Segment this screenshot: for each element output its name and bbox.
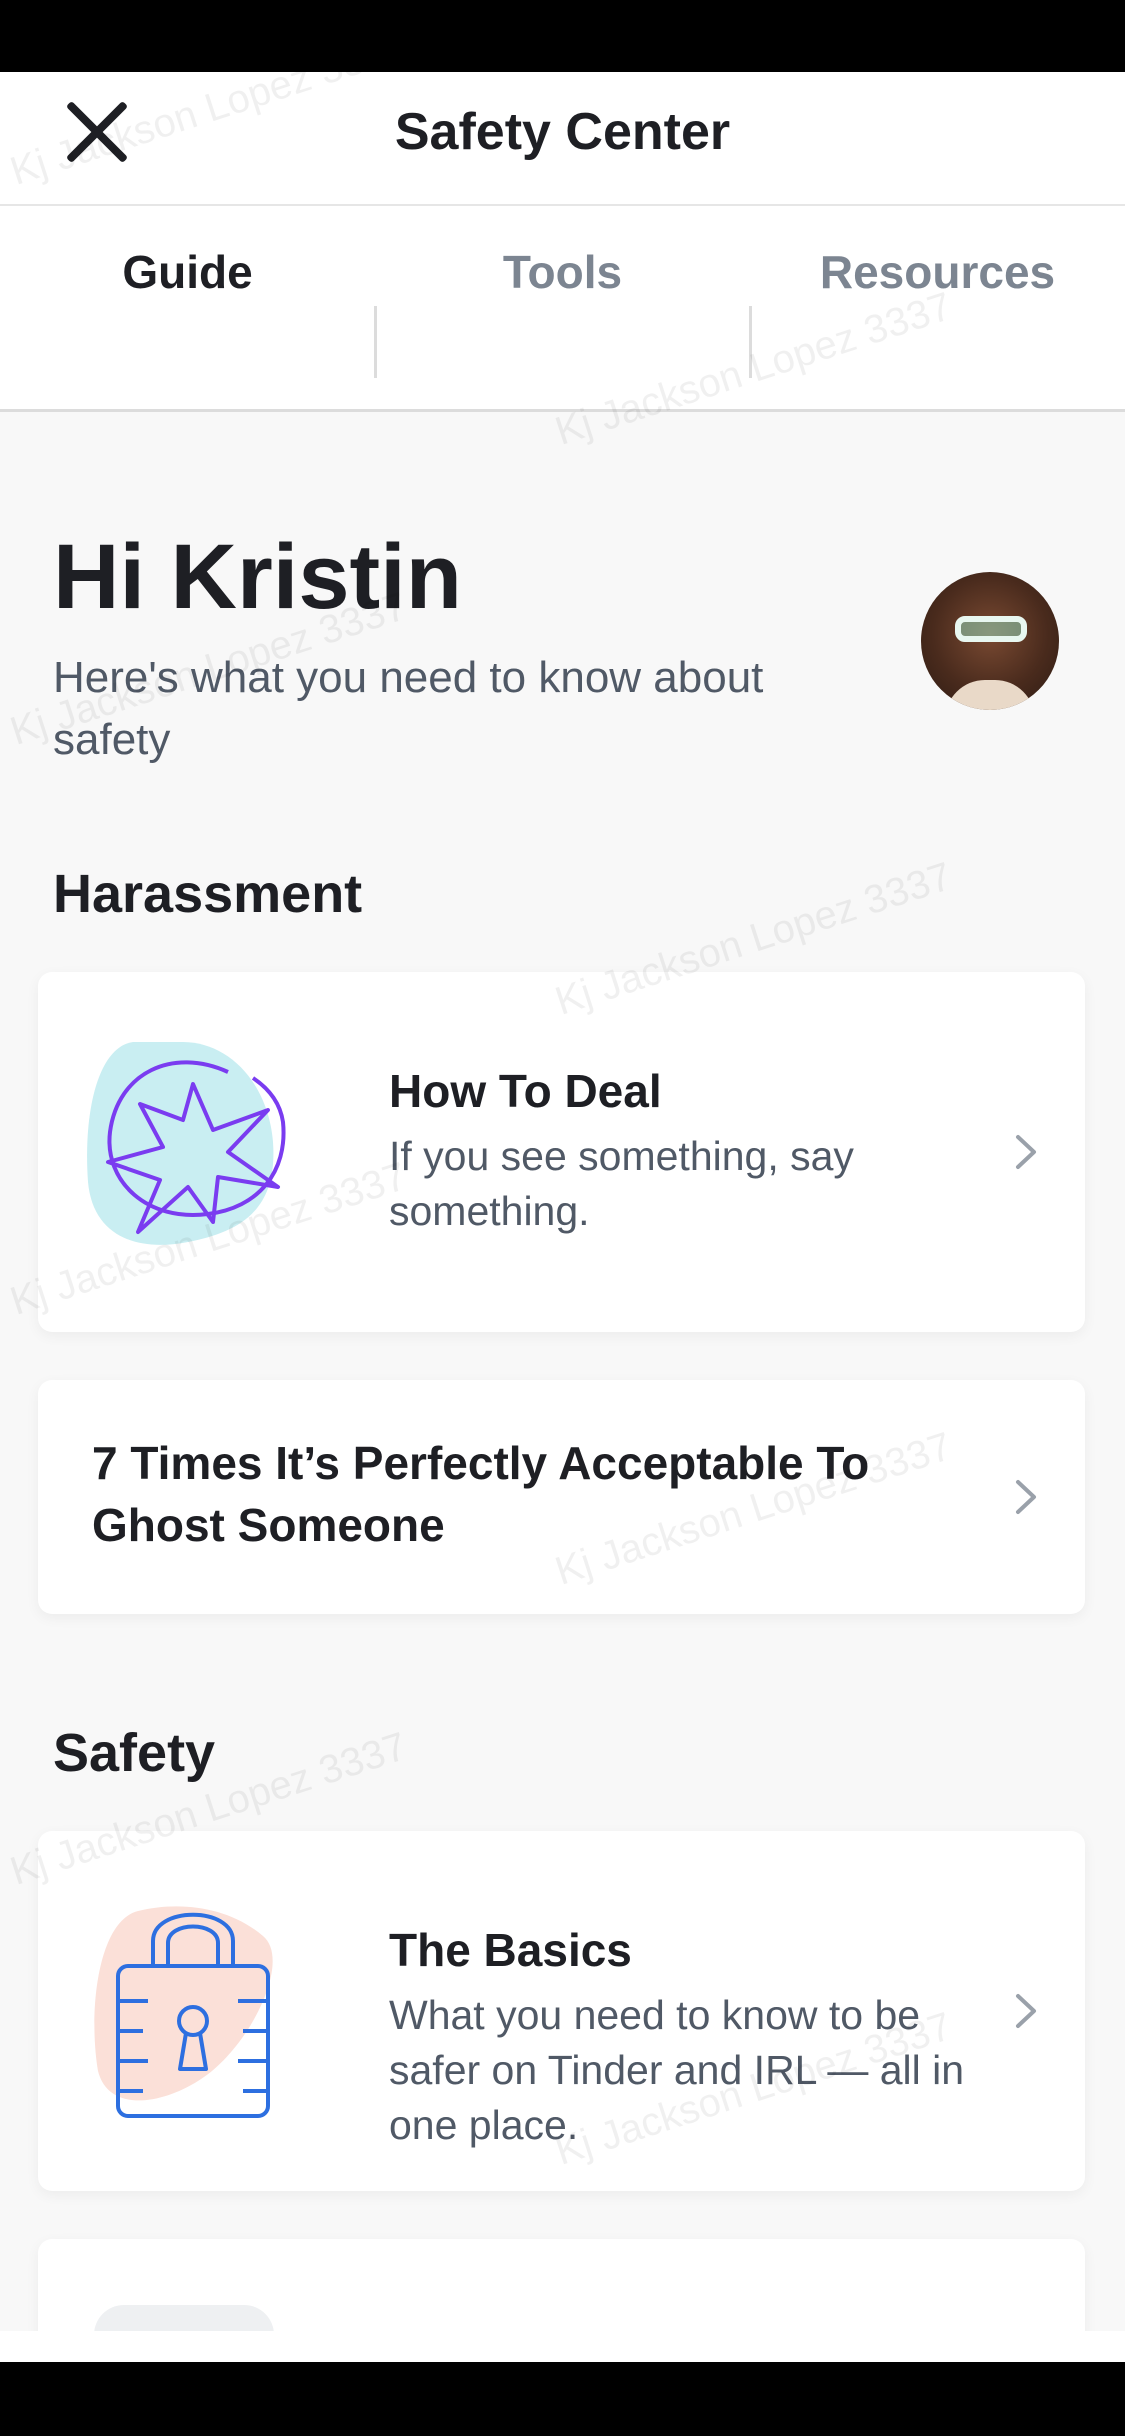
card-description: If you see something, say something. <box>389 1133 854 1234</box>
top-bar: Safety Center <box>0 72 1125 206</box>
card-how-to-deal[interactable]: How To Deal If you see something, say so… <box>38 972 1085 1332</box>
chevron-right-icon <box>1016 1480 1036 1514</box>
tab-bar: Guide Tools Resources <box>0 206 1125 412</box>
card-heading: How To Deal <box>389 1065 662 1117</box>
tab-tools[interactable]: Tools <box>375 206 750 338</box>
card-description: What you need to know to be safer on Tin… <box>389 1992 965 2148</box>
padlock-icon <box>78 1881 318 2121</box>
home-area <box>0 2331 1125 2362</box>
card-ghost-article[interactable]: 7 Times It’s Perfectly Acceptable To Gho… <box>38 1380 1085 1614</box>
chevron-right-icon <box>1016 1994 1036 2028</box>
card-the-basics[interactable]: The Basics What you need to know to be s… <box>38 1831 1085 2191</box>
greeting-subtitle: Here's what you need to know about safet… <box>53 653 764 764</box>
tab-resources[interactable]: Resources <box>750 206 1125 338</box>
section-title-safety: Safety <box>53 1723 216 1783</box>
chevron-right-icon <box>1016 1135 1036 1169</box>
tab-divider <box>749 306 752 378</box>
safety-center-screen: Safety Center Guide Tools Resources Hi K… <box>0 72 1125 2362</box>
card-heading: The Basics <box>389 1924 632 1976</box>
tab-guide[interactable]: Guide <box>0 206 375 338</box>
card-heading: 7 Times It’s Perfectly Acceptable To Gho… <box>92 1437 870 1551</box>
avatar[interactable] <box>921 572 1059 710</box>
tab-divider <box>374 306 377 378</box>
speech-burst-icon <box>78 1022 318 1262</box>
greeting-title: Hi Kristin <box>53 526 462 628</box>
page-title: Safety Center <box>394 103 731 161</box>
section-title-harassment: Harassment <box>53 864 363 924</box>
